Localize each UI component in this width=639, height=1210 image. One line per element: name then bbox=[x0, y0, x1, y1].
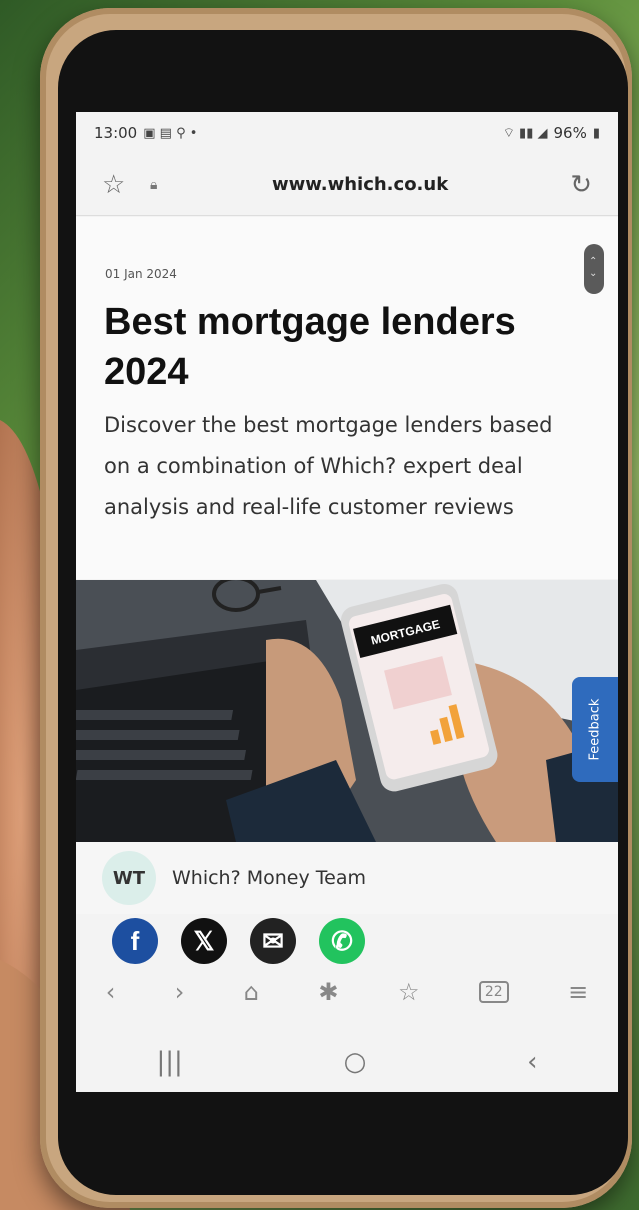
status-time: 13:00 bbox=[94, 124, 138, 142]
recents-button[interactable]: ||| bbox=[156, 1047, 182, 1077]
bookmarks-icon[interactable]: ☆ bbox=[398, 978, 420, 1006]
author-name[interactable]: Which? Money Team bbox=[172, 867, 366, 889]
whatsapp-share-button[interactable]: ✆ bbox=[319, 918, 365, 964]
scroll-handle[interactable] bbox=[584, 244, 604, 294]
system-nav-bar: ||| ○ ‹ bbox=[76, 1032, 618, 1092]
article-date: 01 Jan 2024 bbox=[105, 267, 177, 281]
article-title: Best mortgage lenders 2024 bbox=[104, 301, 516, 393]
article-description: Discover the best mortgage lenders based… bbox=[104, 413, 553, 519]
browser-url-bar: ☆ 🔒︎ www.which.co.uk ↻ bbox=[76, 154, 618, 216]
back-button[interactable]: ‹ bbox=[527, 1047, 537, 1077]
article-header: 01 Jan 2024 Best mortgage lenders 2024 D… bbox=[76, 217, 618, 579]
url-text[interactable]: www.which.co.uk bbox=[170, 174, 550, 195]
feedback-label: Feedback bbox=[587, 698, 603, 761]
author-avatar: WT bbox=[102, 851, 156, 905]
hero-image: MORTGAGE bbox=[76, 580, 618, 842]
facebook-share-button[interactable]: f bbox=[112, 918, 158, 964]
lock-icon[interactable]: 🔒︎ bbox=[150, 177, 170, 193]
battery-percentage: 96% bbox=[553, 124, 587, 142]
reload-icon[interactable]: ↻ bbox=[570, 170, 592, 200]
author-row: WT Which? Money Team bbox=[76, 842, 618, 914]
x-share-button[interactable]: 𝕏 bbox=[181, 918, 227, 964]
share-buttons: f 𝕏 ✉ ✆ bbox=[112, 918, 365, 968]
home-icon[interactable]: ⌂ bbox=[244, 978, 259, 1006]
battery-icon: ▮ bbox=[592, 125, 600, 141]
signal-icons: ⌔ ▮▮ ◢ bbox=[502, 126, 548, 141]
back-icon[interactable]: ‹ bbox=[106, 978, 116, 1006]
notification-icons: ▣ ▤ ⚲ • bbox=[143, 125, 198, 141]
extensions-icon[interactable]: ✱ bbox=[318, 978, 338, 1006]
email-share-button[interactable]: ✉ bbox=[250, 918, 296, 964]
home-button[interactable]: ○ bbox=[344, 1047, 367, 1077]
status-bar: 13:00 ▣ ▤ ⚲ • ⌔ ▮▮ ◢ 96% ▮ bbox=[76, 112, 618, 154]
phone-screen: 13:00 ▣ ▤ ⚲ • ⌔ ▮▮ ◢ 96% ▮ ☆ 🔒︎ www.whic… bbox=[76, 112, 618, 1092]
menu-icon[interactable]: ≡ bbox=[568, 978, 588, 1006]
browser-toolbar: ‹ › ⌂ ✱ ☆ 22 ≡ bbox=[76, 972, 618, 1012]
forward-icon[interactable]: › bbox=[175, 978, 185, 1006]
feedback-tab[interactable]: Feedback bbox=[572, 677, 618, 782]
tabs-icon[interactable]: 22 bbox=[478, 981, 509, 1003]
bookmark-star-icon[interactable]: ☆ bbox=[102, 170, 132, 200]
